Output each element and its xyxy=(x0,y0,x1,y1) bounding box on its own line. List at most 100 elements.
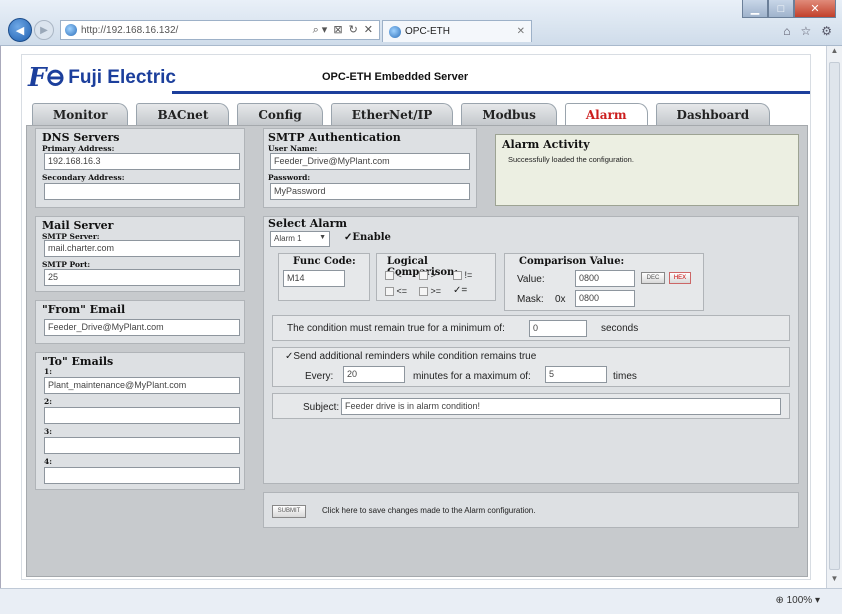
tab-close-icon[interactable]: ✕ xyxy=(517,26,525,37)
hex-button[interactable]: HEX xyxy=(669,272,691,284)
times-label: times xyxy=(613,371,637,382)
to-emails-title: "To" Emails xyxy=(42,355,114,368)
option-ge[interactable]: >= xyxy=(419,286,441,297)
option-ne[interactable]: != xyxy=(453,270,473,281)
reminders-checkbox[interactable]: ✓Send additional reminders while conditi… xyxy=(285,351,536,362)
tab-bacnet[interactable]: BACnet xyxy=(136,103,230,125)
mail-server-title: Mail Server xyxy=(42,219,114,232)
close-window-icon[interactable]: ✕ xyxy=(794,0,836,18)
option-le[interactable]: <= xyxy=(385,286,407,297)
tab-config[interactable]: Config xyxy=(237,103,323,125)
max-times-input[interactable]: 5 xyxy=(545,366,607,383)
to-email-4-label: 4: xyxy=(44,457,52,466)
smtp-port-input[interactable]: 25 xyxy=(44,269,240,286)
to-email-4-input[interactable] xyxy=(44,467,240,484)
maximize-icon[interactable]: □ xyxy=(768,0,794,18)
status-bar: ⊕ 100% ▾ xyxy=(0,588,842,614)
secondary-address-label: Secondary Address: xyxy=(42,173,125,182)
alarm-activity-title: Alarm Activity xyxy=(502,138,590,151)
mask-input[interactable]: 0800 xyxy=(575,290,635,307)
to-email-2-input[interactable] xyxy=(44,407,240,424)
tab-alarm[interactable]: Alarm xyxy=(564,103,648,126)
from-email-input[interactable]: Feeder_Drive@MyPlant.com xyxy=(44,319,240,336)
compatibility-icon[interactable]: ⊠ xyxy=(333,23,342,37)
logical-comparison-title: Logical Comparison: xyxy=(387,256,458,278)
func-code-panel: Func Code: M14 xyxy=(278,253,370,301)
subject-label: Subject: xyxy=(303,402,340,413)
browser-viewport: F⊖ Fuji Electric OPC-ETH Embedded Server… xyxy=(0,46,826,588)
zoom-control[interactable]: ⊕ 100% ▾ xyxy=(775,595,820,606)
enable-checkbox[interactable]: ✓Enable xyxy=(344,232,391,243)
comparison-value-title: Comparison Value: xyxy=(519,256,625,267)
to-email-2-label: 2: xyxy=(44,397,52,406)
minutes-maximum-label: minutes for a maximum of: xyxy=(413,371,531,382)
checkbox-ne-icon xyxy=(453,271,462,281)
password-label: Password: xyxy=(268,173,311,182)
reminders-panel: ✓Send additional reminders while conditi… xyxy=(272,347,790,387)
favorites-star-icon[interactable]: ☆ xyxy=(800,24,811,38)
tab-ethernet-ip[interactable]: EtherNet/IP xyxy=(330,103,454,125)
tab-monitor[interactable]: Monitor xyxy=(32,103,129,125)
tab-modbus[interactable]: Modbus xyxy=(461,103,557,125)
tab-dashboard[interactable]: Dashboard xyxy=(655,103,771,125)
smtp-auth-panel: SMTP Authentication User Name: Feeder_Dr… xyxy=(263,128,477,208)
comparison-value-panel: Comparison Value: Value: 0800 DEC HEX Ma… xyxy=(504,253,704,311)
scroll-down-icon[interactable]: ▼ xyxy=(827,574,842,588)
forward-arrow-icon[interactable]: ▶ xyxy=(34,20,54,40)
settings-gear-icon[interactable]: ⚙ xyxy=(821,24,832,38)
stop-icon[interactable]: ✕ xyxy=(364,23,373,37)
browser-tab[interactable]: OPC-ETH ✕ xyxy=(382,20,532,42)
option-ne-label: != xyxy=(464,270,473,280)
main-tabs: Monitor BACnet Config EtherNet/IP Modbus… xyxy=(32,103,771,126)
home-icon[interactable]: ⌂ xyxy=(783,24,790,38)
option-lt[interactable]: < xyxy=(385,270,402,281)
tab-title: OPC-ETH xyxy=(405,26,450,37)
func-code-input[interactable]: M14 xyxy=(283,270,345,287)
chevron-down-icon: ▾ xyxy=(814,595,820,606)
alarm-select-dropdown[interactable]: Alarm 1 ▼ xyxy=(270,231,330,247)
chevron-down-icon: ▼ xyxy=(319,234,326,241)
alarm-activity-message: Successfully loaded the configuration. xyxy=(508,155,634,164)
subject-input[interactable]: Feeder drive is in alarm condition! xyxy=(341,398,781,415)
comparison-value-input[interactable]: 0800 xyxy=(575,270,635,287)
address-bar-icons: ⌕ ▾ ⊠ ↻ ✕ xyxy=(313,23,379,37)
primary-address-label: Primary Address: xyxy=(42,144,115,153)
mail-server-panel: Mail Server SMTP Server: mail.charter.co… xyxy=(35,216,245,292)
user-name-label: User Name: xyxy=(268,144,318,153)
user-name-input[interactable]: Feeder_Drive@MyPlant.com xyxy=(270,153,470,170)
to-email-1-input[interactable]: Plant_maintenance@MyPlant.com xyxy=(44,377,240,394)
smtp-server-input[interactable]: mail.charter.com xyxy=(44,240,240,257)
to-email-1-label: 1: xyxy=(44,367,52,376)
web-page: F⊖ Fuji Electric OPC-ETH Embedded Server… xyxy=(21,54,811,580)
option-lt-label: < xyxy=(396,270,402,280)
reminders-label: Send additional reminders while conditio… xyxy=(293,351,537,362)
primary-address-input[interactable]: 192.168.16.3 xyxy=(44,153,240,170)
condition-text: The condition must remain true for a min… xyxy=(287,323,505,334)
vertical-scrollbar[interactable]: ▲ ▼ xyxy=(826,46,842,588)
scroll-up-icon[interactable]: ▲ xyxy=(827,46,842,60)
window-controls: ▁ □ ✕ xyxy=(742,0,836,18)
condition-duration-panel: The condition must remain true for a min… xyxy=(272,315,790,341)
search-icon[interactable]: ⌕ ▾ xyxy=(313,23,328,37)
address-bar[interactable]: http://192.168.16.132/ ⌕ ▾ ⊠ ↻ ✕ xyxy=(60,20,380,40)
to-email-3-input[interactable] xyxy=(44,437,240,454)
option-eq-label: = xyxy=(461,285,468,296)
secondary-address-input[interactable] xyxy=(44,183,240,200)
back-arrow-icon[interactable]: ◀ xyxy=(8,18,32,42)
option-eq[interactable]: ✓= xyxy=(453,285,467,296)
to-email-3-label: 3: xyxy=(44,427,52,436)
minimize-icon[interactable]: ▁ xyxy=(742,0,768,18)
every-minutes-input[interactable]: 20 xyxy=(343,366,405,383)
refresh-icon[interactable]: ↻ xyxy=(349,23,358,37)
from-email-panel: "From" Email Feeder_Drive@MyPlant.com xyxy=(35,300,245,344)
condition-seconds-input[interactable]: 0 xyxy=(529,320,587,337)
site-favicon-icon xyxy=(65,24,77,36)
to-emails-panel: "To" Emails 1: Plant_maintenance@MyPlant… xyxy=(35,352,245,490)
submit-button[interactable]: SUBMIT xyxy=(272,505,306,518)
dec-button[interactable]: DEC xyxy=(641,272,665,284)
option-gt[interactable]: > xyxy=(419,270,436,281)
password-input[interactable]: MyPassword xyxy=(270,183,470,200)
dns-title: DNS Servers xyxy=(42,131,120,144)
checkbox-ge-icon xyxy=(419,287,428,297)
scroll-thumb[interactable] xyxy=(829,62,840,570)
